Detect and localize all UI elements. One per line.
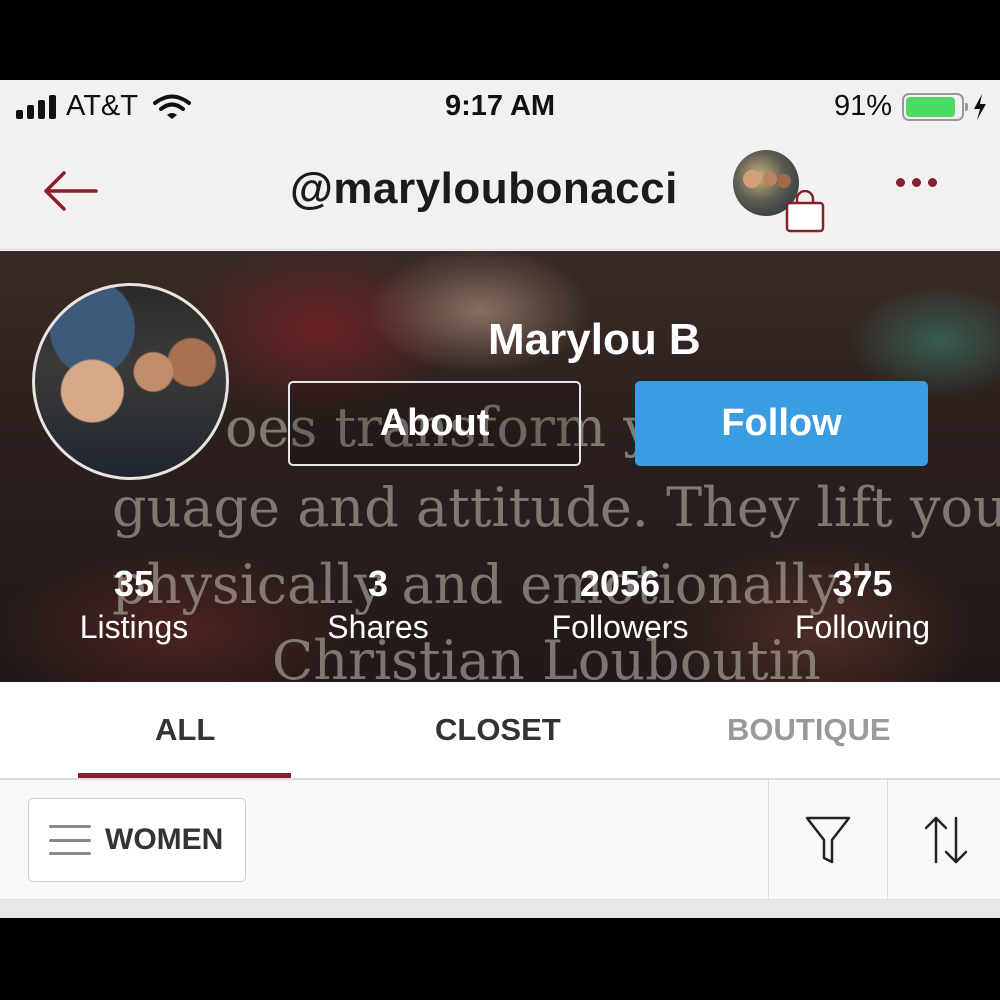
active-tab-indicator [78, 773, 291, 778]
banner-quote-line: physically and emotionally." [112, 553, 875, 616]
arrow-left-icon[interactable] [40, 166, 100, 216]
profile-avatar[interactable] [32, 283, 229, 480]
banner-quote-line: guage and attitude. They lift you [112, 476, 1000, 539]
shopping-bag-icon[interactable] [783, 190, 827, 234]
stat-shares[interactable]: 3 Shares [308, 563, 448, 646]
status-bar: AT&T 9:17 AM 91% [0, 80, 1000, 136]
display-name: Marylou B [488, 315, 701, 364]
nav-bar: @maryloubonacci [0, 136, 1000, 250]
divider [768, 780, 769, 900]
app-screen: AT&T 9:17 AM 91% @maryloubonacci oes tra… [0, 80, 1000, 918]
closet-tabs: ALL CLOSET BOUTIQUE [0, 682, 1000, 780]
sort-arrows-icon[interactable] [922, 814, 970, 866]
stat-value: 35 [113, 563, 155, 604]
ellipsis-icon[interactable] [896, 178, 937, 187]
battery-icon [902, 92, 968, 121]
stat-label: Following [794, 609, 931, 645]
follow-button[interactable]: Follow [635, 381, 928, 466]
profile-banner: oes transform yo guage and attitude. The… [0, 251, 1000, 682]
filter-bar: WOMEN [0, 780, 1000, 900]
tab-all[interactable]: ALL [155, 712, 215, 748]
stat-label: Followers [551, 609, 689, 645]
divider [887, 780, 888, 900]
department-label: WOMEN [105, 823, 224, 856]
content-area-edge [0, 900, 1000, 918]
stat-followers[interactable]: 2056 Followers [530, 563, 710, 646]
stat-label: Shares [327, 609, 429, 645]
stat-following[interactable]: 375 Following [775, 563, 950, 646]
profile-handle: @maryloubonacci [290, 164, 678, 213]
department-button[interactable]: WOMEN [28, 798, 246, 882]
stat-label: Listings [79, 609, 189, 645]
about-button[interactable]: About [288, 381, 581, 466]
tab-boutique[interactable]: BOUTIQUE [727, 712, 891, 748]
stat-value: 375 [832, 563, 893, 604]
stat-value: 2056 [579, 563, 661, 604]
stat-listings[interactable]: 35 Listings [64, 563, 204, 646]
filter-funnel-icon[interactable] [804, 814, 852, 866]
menu-icon [49, 825, 91, 855]
battery-percent: 91% [833, 90, 892, 122]
charging-bolt-icon [974, 93, 986, 120]
stat-value: 3 [367, 563, 389, 604]
tab-closet[interactable]: CLOSET [435, 712, 561, 748]
